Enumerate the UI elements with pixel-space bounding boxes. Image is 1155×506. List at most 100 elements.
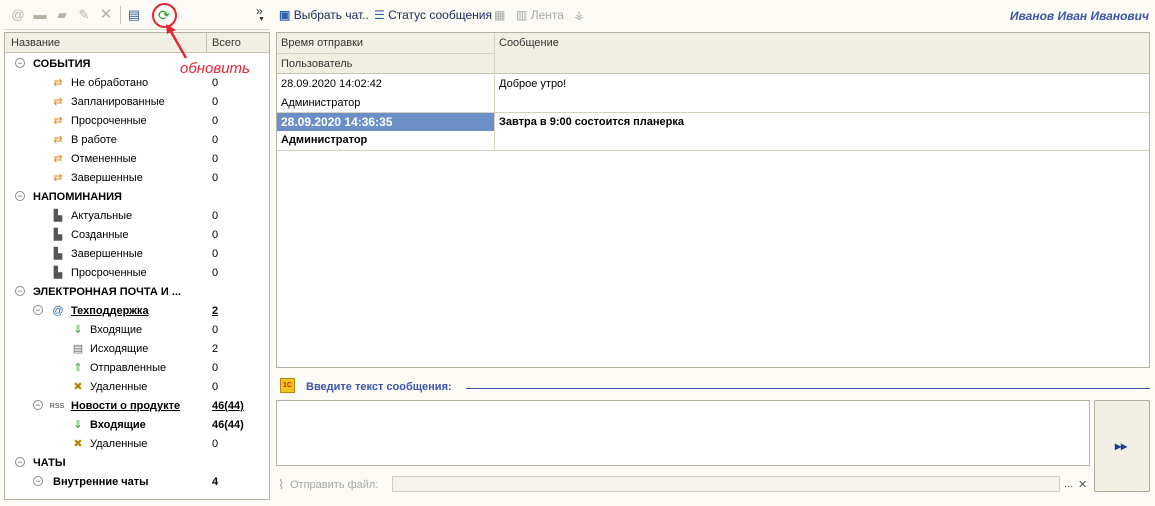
tree-item-count: 0 bbox=[212, 362, 219, 374]
event-icon: ⇄ bbox=[53, 172, 63, 184]
message-user: Администратор bbox=[281, 134, 368, 146]
column-header-user[interactable]: Пользователь bbox=[281, 58, 352, 70]
tree-item[interactable]: − @ Техподдержка 2 bbox=[5, 302, 269, 321]
attach-file-input[interactable] bbox=[392, 476, 1060, 492]
folder-icon[interactable]: ▰ bbox=[54, 7, 70, 23]
tree-item[interactable]: ✖ Удаленные 0 bbox=[5, 435, 269, 454]
collapse-icon[interactable]: − bbox=[33, 305, 43, 315]
left-toolbar: @ ▬ ▰ ✎ ✕ ▤ ⟳ » ▼ bbox=[4, 0, 270, 30]
tree-item-count: 4 bbox=[212, 476, 219, 488]
tree-group[interactable]: − НАПОМИНАНИЯ bbox=[5, 188, 269, 207]
inbox-icon: ⇓ bbox=[73, 324, 83, 336]
at-icon[interactable]: @ bbox=[10, 7, 26, 23]
tree-item-count: 0 bbox=[212, 96, 219, 108]
select-chat-button[interactable]: ▣ Выбрать чат.. bbox=[279, 8, 369, 22]
tree-item[interactable]: ▙ Просроченные 0 bbox=[5, 264, 269, 283]
tree-item[interactable]: − Внутренние чаты 4 bbox=[5, 473, 269, 492]
attach-file-label: Отправить файл: bbox=[290, 479, 379, 491]
message-user: Администратор bbox=[281, 97, 361, 109]
tree-item[interactable]: ✖ Удаленные 0 bbox=[5, 378, 269, 397]
column-divider bbox=[494, 113, 495, 150]
megaphone-icon: ▙ bbox=[53, 210, 63, 222]
collapse-icon[interactable]: − bbox=[33, 400, 43, 410]
toolbar-separator bbox=[120, 6, 121, 24]
feed-button[interactable]: ▥ Лента bbox=[516, 8, 564, 22]
tree-item-count: 0 bbox=[212, 115, 219, 127]
tree-item[interactable]: ⇑ Отправленные 0 bbox=[5, 359, 269, 378]
tree-item[interactable]: ⇄ Запланированные 0 bbox=[5, 93, 269, 112]
pencil-icon[interactable]: ✎ bbox=[76, 7, 92, 23]
tree-item[interactable]: − RSS Новости о продукте 46(44) bbox=[5, 397, 269, 416]
message-time: 28.09.2020 14:36:35 bbox=[281, 115, 393, 129]
send-button[interactable]: ▸▸ bbox=[1094, 400, 1150, 492]
tree-item-count: 0 bbox=[212, 153, 219, 165]
tree-item[interactable]: ⇄ Просроченные 0 bbox=[5, 112, 269, 131]
tree-item[interactable]: ▙ Созданные 0 bbox=[5, 226, 269, 245]
annotation-label: обновить bbox=[180, 60, 250, 77]
browse-file-button[interactable]: ... bbox=[1064, 478, 1073, 490]
tree-item-label: Исходящие bbox=[90, 343, 149, 355]
tree-item[interactable]: ⇓ Входящие 0 bbox=[5, 321, 269, 340]
clear-file-button[interactable]: ✕ bbox=[1078, 478, 1087, 491]
collapse-icon[interactable]: − bbox=[33, 476, 43, 486]
tree-item-count: 0 bbox=[212, 172, 219, 184]
current-user-name[interactable]: Иванов Иван Иванович bbox=[1010, 9, 1149, 23]
mail-account-icon: @ bbox=[52, 305, 64, 317]
rss-icon: RSS bbox=[49, 403, 65, 410]
tree-item[interactable]: ⇄ Отмененные 0 bbox=[5, 150, 269, 169]
tree-item[interactable]: ▙ Актуальные 0 bbox=[5, 207, 269, 226]
archive-icon[interactable]: ▦ bbox=[494, 8, 505, 22]
compose-divider bbox=[466, 388, 1150, 389]
delete-icon[interactable]: ✕ bbox=[98, 7, 114, 23]
message-status-button[interactable]: ☰ Статус сообщения bbox=[374, 8, 492, 22]
tree-item-count: 0 bbox=[212, 210, 219, 222]
sent-icon: ⇑ bbox=[73, 362, 83, 374]
event-icon: ⇄ bbox=[53, 153, 63, 165]
tree-item-count: 0 bbox=[212, 248, 219, 260]
tree-group[interactable]: − ЧАТЫ bbox=[5, 454, 269, 473]
collapse-icon[interactable]: − bbox=[15, 191, 25, 201]
tree-item-label: Внутренние чаты bbox=[53, 476, 149, 488]
status-list-icon: ☰ bbox=[374, 8, 385, 22]
tree-item-count: 2 bbox=[212, 343, 219, 355]
megaphone-icon: ▙ bbox=[53, 267, 63, 279]
tree-item-count: 2 bbox=[212, 305, 219, 317]
tree-item[interactable]: ⇄ Завершенные 0 bbox=[5, 169, 269, 188]
collapse-icon[interactable]: − bbox=[15, 58, 25, 68]
tree-item-label: Удаленные bbox=[90, 381, 148, 393]
tree-item[interactable]: ⇄ В работе 0 bbox=[5, 131, 269, 150]
column-header-message[interactable]: Сообщение bbox=[499, 37, 559, 49]
tree-item-count: 0 bbox=[212, 324, 219, 336]
collapse-icon[interactable]: − bbox=[15, 286, 25, 296]
export-icon[interactable]: ▤ bbox=[126, 7, 142, 23]
tree-item-label: Завершенные bbox=[71, 248, 143, 260]
table-row[interactable]: 28.09.2020 14:02:42 Администратор Доброе… bbox=[277, 75, 1149, 113]
column-divider bbox=[494, 75, 495, 112]
event-icon: ⇄ bbox=[53, 77, 63, 89]
tree-item-count: 0 bbox=[212, 381, 219, 393]
column-header-name[interactable]: Название bbox=[11, 37, 60, 49]
tree-item-label: Входящие bbox=[90, 324, 143, 336]
feed-icon: ▥ bbox=[516, 8, 528, 22]
column-header-total[interactable]: Всего bbox=[212, 37, 241, 49]
dropdown-arrow-icon[interactable]: ▼ bbox=[258, 16, 265, 23]
collapse-icon[interactable]: − bbox=[15, 457, 25, 467]
column-header-sent-time[interactable]: Время отправки bbox=[281, 37, 363, 49]
tree-item[interactable]: ▤ Исходящие 2 bbox=[5, 340, 269, 359]
paperclip-icon[interactable]: ⌇ bbox=[278, 477, 284, 493]
tree-group[interactable]: − ЭЛЕКТРОННАЯ ПОЧТА И ... bbox=[5, 283, 269, 302]
send-arrow-icon: ▸▸ bbox=[1115, 439, 1128, 453]
megaphone-icon: ▙ bbox=[53, 229, 63, 241]
tree-item-count: 0 bbox=[212, 77, 219, 89]
message-time: 28.09.2020 14:02:42 bbox=[281, 78, 382, 90]
tree-item-label: НАПОМИНАНИЯ bbox=[33, 191, 122, 203]
tree-icon[interactable]: ⚶ bbox=[574, 8, 584, 22]
tree-item-label: Просроченные bbox=[71, 115, 147, 127]
tree-item[interactable]: ▙ Завершенные 0 bbox=[5, 245, 269, 264]
message-input[interactable] bbox=[276, 400, 1090, 466]
megaphone-icon: ▙ bbox=[53, 248, 63, 260]
tree-item-label: ЭЛЕКТРОННАЯ ПОЧТА И ... bbox=[33, 286, 182, 298]
tree-item[interactable]: ⇓ Входящие 46(44) bbox=[5, 416, 269, 435]
folder-add-icon[interactable]: ▬ bbox=[32, 7, 48, 23]
table-row-selected[interactable]: 28.09.2020 14:36:35 Администратор Завтра… bbox=[277, 113, 1149, 151]
